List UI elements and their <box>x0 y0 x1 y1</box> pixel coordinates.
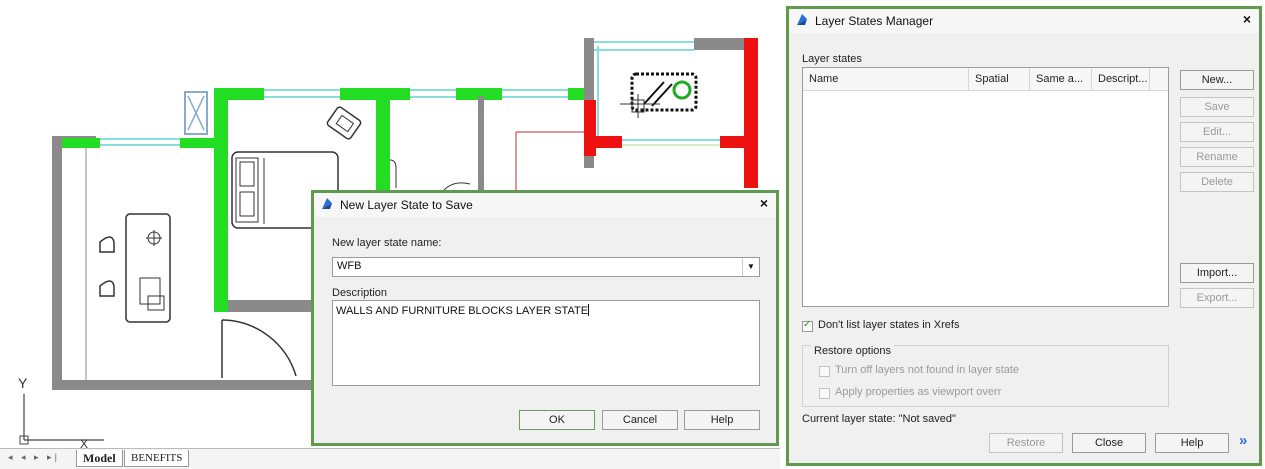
dont-list-xrefs-checkbox[interactable] <box>802 319 813 332</box>
import-button[interactable]: Import... <box>1180 263 1254 283</box>
layout-tab-bar: ◂ ◂ ▸ ▸| Model BENEFITS <box>0 448 780 469</box>
description-value: WALLS AND FURNITURE BLOCKS LAYER STATE <box>336 305 589 317</box>
text-cursor <box>588 304 590 316</box>
export-button[interactable]: Export... <box>1180 288 1254 308</box>
layer-state-name-value: WFB <box>337 260 362 272</box>
expand-more-options-icon[interactable]: » <box>1239 432 1247 449</box>
layer-state-name-combobox[interactable]: WFB ▼ <box>332 257 760 277</box>
column-header-same-as[interactable]: Same a... <box>1030 68 1092 90</box>
turn-off-layers-label: Turn off layers not found in layer state <box>835 364 1020 376</box>
description-label: Description <box>332 287 388 299</box>
apply-viewport-overrides-checkbox[interactable] <box>819 388 830 399</box>
tab-model[interactable]: Model <box>76 450 123 467</box>
chevron-down-icon[interactable]: ▼ <box>742 258 759 276</box>
edit-button[interactable]: Edit... <box>1180 122 1254 142</box>
close-button[interactable]: Close <box>1072 433 1146 453</box>
column-header-name[interactable]: Name <box>803 68 969 90</box>
apply-viewport-overrides-label: Apply properties as viewport overr <box>835 386 1002 398</box>
close-icon[interactable]: × <box>760 195 768 211</box>
restore-options-group: Restore options Turn off layers not foun… <box>802 345 1169 407</box>
door-swing <box>221 319 297 378</box>
ucs-y-label: Y <box>18 375 28 391</box>
help-button[interactable]: Help <box>1155 433 1229 453</box>
description-textarea[interactable]: WALLS AND FURNITURE BLOCKS LAYER STATE <box>332 300 760 386</box>
desk-block <box>99 213 171 323</box>
app-logo-icon <box>322 198 332 209</box>
sink-block <box>620 72 698 118</box>
left-room <box>52 136 322 390</box>
turn-off-layers-checkbox[interactable] <box>819 366 830 377</box>
delete-button[interactable]: Delete <box>1180 172 1254 192</box>
layer-states-list[interactable]: Name Spatial Same a... Descript... <box>802 67 1169 307</box>
layer-states-label: Layer states <box>802 53 862 65</box>
tab-navigation-arrows[interactable]: ◂ ◂ ▸ ▸| <box>8 452 60 463</box>
new-button[interactable]: New... <box>1180 70 1254 90</box>
door-symbol <box>184 91 208 135</box>
layer-state-name-label: New layer state name: <box>332 237 442 249</box>
current-layer-state-text: Current layer state: "Not saved" <box>802 413 956 425</box>
dont-list-xrefs-label: Don't list layer states in Xrefs <box>818 319 960 331</box>
cancel-button[interactable]: Cancel <box>602 410 678 430</box>
restore-options-label: Restore options <box>811 345 895 357</box>
ok-button[interactable]: OK <box>519 410 595 430</box>
column-header-spatial[interactable]: Spatial <box>969 68 1030 90</box>
layer-states-manager-dialog: Layer States Manager × Layer states Name… <box>786 6 1262 466</box>
save-button[interactable]: Save <box>1180 97 1254 117</box>
app-logo-icon <box>797 14 807 25</box>
dialog-title-bar[interactable]: Layer States Manager × <box>789 9 1259 33</box>
list-header: Name Spatial Same a... Descript... <box>803 68 1168 91</box>
new-layer-state-dialog: New Layer State to Save × New layer stat… <box>311 190 779 446</box>
tab-benefits[interactable]: BENEFITS <box>124 450 190 467</box>
help-button[interactable]: Help <box>684 410 760 430</box>
dialog-title-bar[interactable]: New Layer State to Save × <box>314 193 776 217</box>
restore-button[interactable]: Restore <box>989 433 1063 453</box>
right-room <box>515 38 758 192</box>
misc-fixture <box>389 159 471 191</box>
column-header-description[interactable]: Descript... <box>1092 68 1150 90</box>
rename-button[interactable]: Rename <box>1180 147 1254 167</box>
dialog-title: New Layer State to Save <box>340 198 473 212</box>
chair-block <box>326 106 362 140</box>
close-icon[interactable]: × <box>1243 11 1251 27</box>
dialog-title: Layer States Manager <box>815 14 934 28</box>
